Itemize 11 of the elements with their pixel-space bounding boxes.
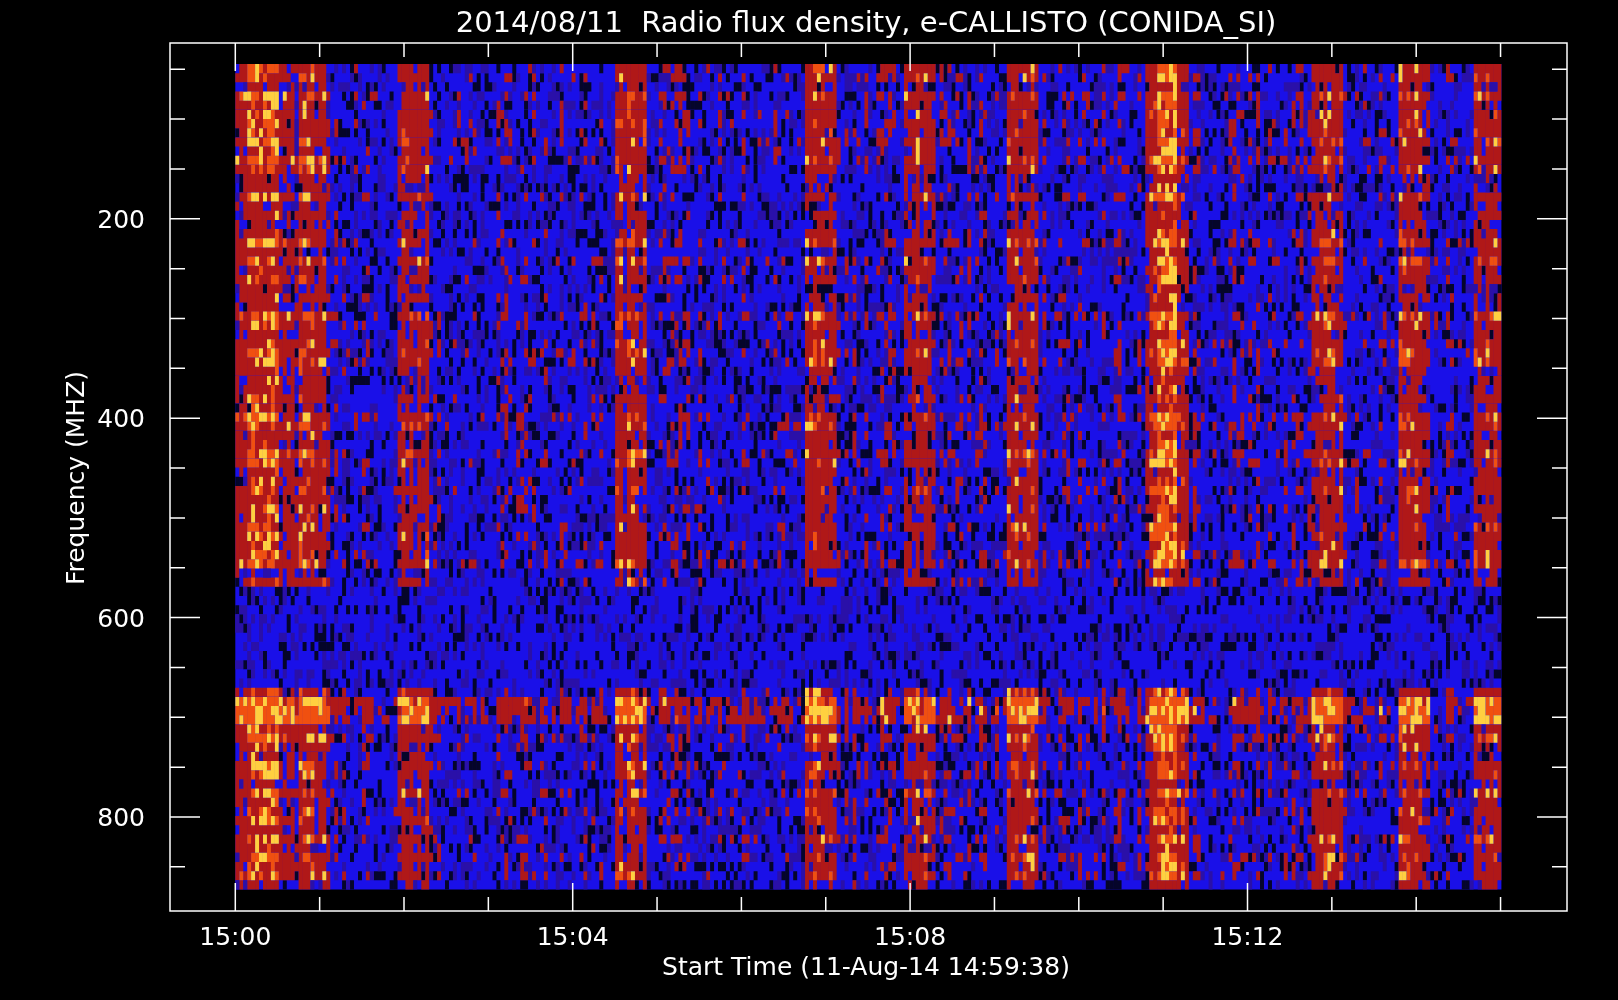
tick-label: 400: [97, 404, 145, 434]
tick-label: 200: [97, 204, 145, 234]
tick-label: 800: [97, 803, 145, 832]
plot-title: 2014/08/11 Radio flux density, e-CALLISTO (CONIDA_SI): [455, 5, 1277, 39]
axis-label: Start Time (11-Aug-14 14:59:38): [662, 952, 1070, 981]
tick-label: 15:04: [536, 922, 609, 951]
tick-label: 600: [97, 603, 145, 633]
tick-label: 15:08: [874, 922, 947, 951]
tick-label: 15:00: [199, 922, 272, 951]
axis-label: Frequency (MHZ): [61, 370, 90, 586]
tick-label: 15:12: [1211, 922, 1284, 951]
